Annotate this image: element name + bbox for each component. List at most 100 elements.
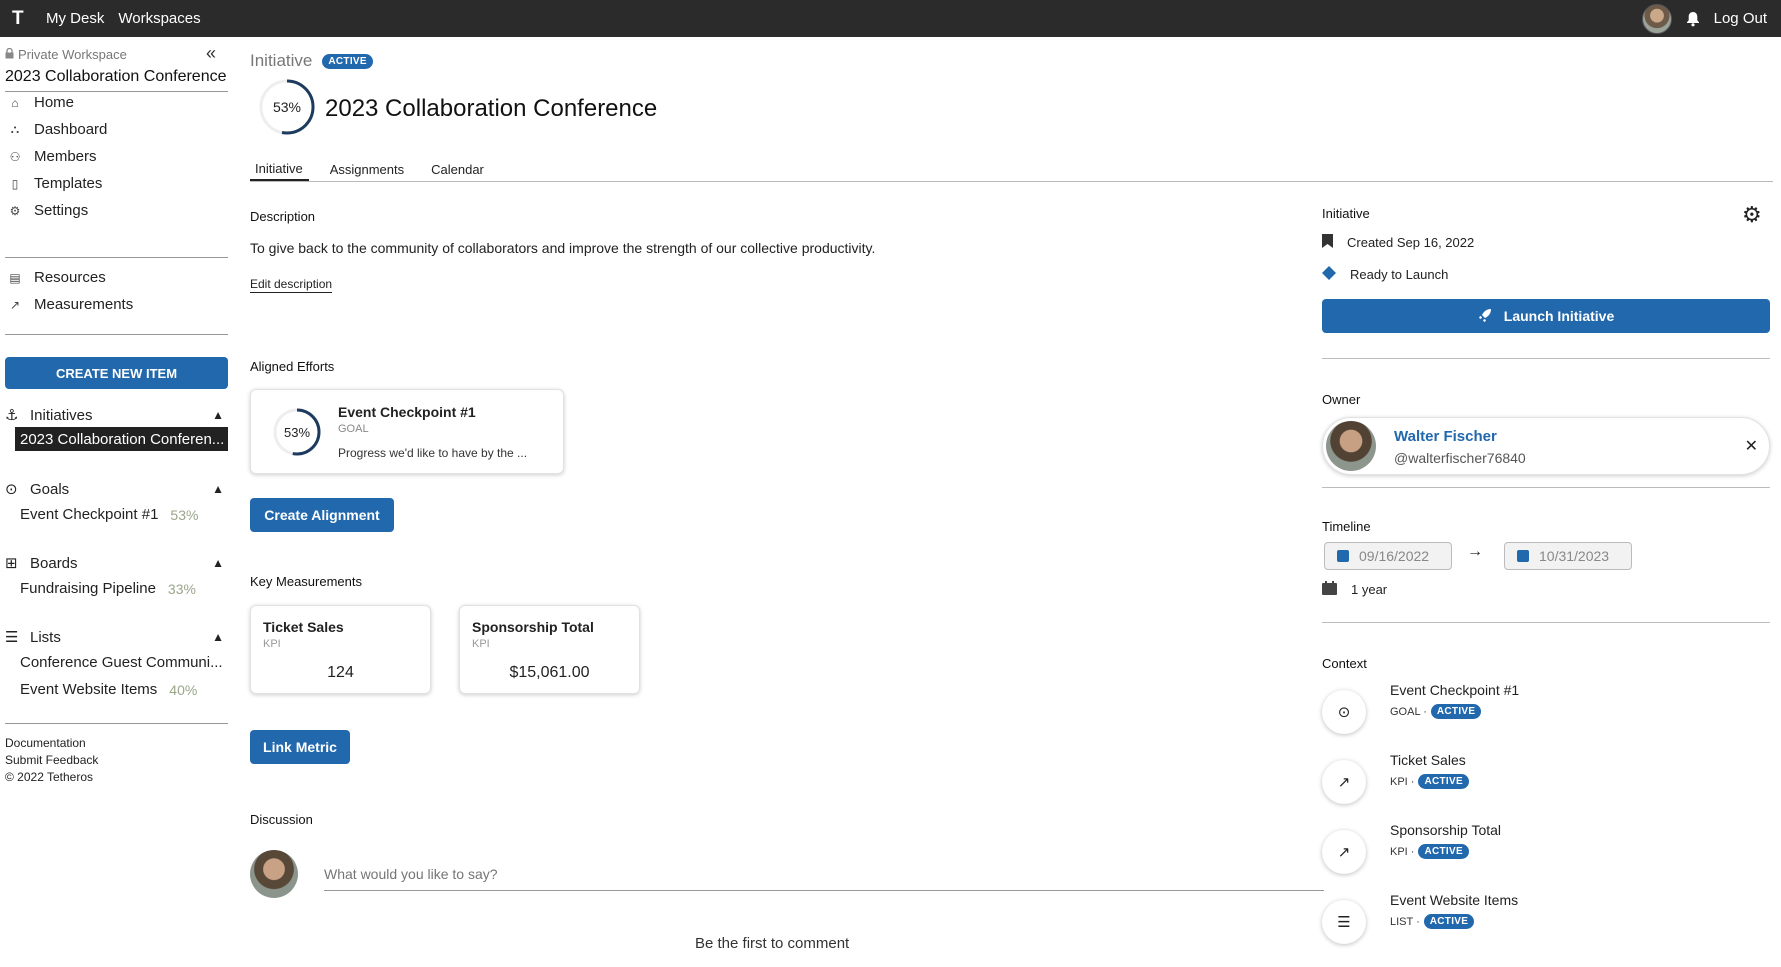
nav-workspaces[interactable]: Workspaces <box>118 10 200 27</box>
sidebar-item-label: Members <box>34 148 97 165</box>
context-item[interactable]: ☰ Event Website Items LIST · ACTIVE <box>1322 892 1770 952</box>
tab-assignments[interactable]: Assignments <box>325 157 410 181</box>
edit-description-link[interactable]: Edit description <box>250 277 333 293</box>
kpi-name: Ticket Sales <box>263 619 344 635</box>
breadcrumb-type: Initiative <box>250 51 313 70</box>
chevron-up-icon[interactable]: ▲ <box>212 408 224 422</box>
logout-link[interactable]: Log Out <box>1714 10 1767 27</box>
lists-header[interactable]: ☰ Lists ▲ <box>5 625 228 649</box>
workspace-title[interactable]: 2023 Collaboration Conference <box>5 68 226 86</box>
board-item[interactable]: Fundraising Pipeline 33% <box>5 575 228 602</box>
goals-header[interactable]: ⊙ Goals ▲ <box>5 477 228 501</box>
list-item[interactable]: Conference Guest Communi... <box>5 649 228 676</box>
measurements-icon: ↗ <box>9 297 21 312</box>
app-logo[interactable]: T <box>12 8 32 30</box>
sidebar-item-label: Home <box>34 94 75 111</box>
tab-initiative[interactable]: Initiative <box>250 157 309 181</box>
progress-percent: 33% <box>167 580 196 597</box>
context-type: GOAL · <box>1390 705 1427 718</box>
divider <box>1322 487 1770 488</box>
divider <box>250 181 1773 182</box>
launch-initiative-button[interactable]: Launch Initiative <box>1322 299 1770 333</box>
kpi-card[interactable]: Sponsorship Total KPI $15,061.00 <box>459 605 640 694</box>
footer-links: Documentation Submit Feedback © 2022 Tet… <box>5 735 98 786</box>
create-new-item-button[interactable]: CREATE NEW ITEM <box>5 357 228 389</box>
collapse-sidebar-icon[interactable]: « <box>206 43 216 64</box>
progress-percent: 40% <box>169 681 198 698</box>
list-item-label: Event Website Items <box>20 681 158 698</box>
breadcrumb: Initiative ACTIVE <box>250 51 373 71</box>
aligned-goal-card[interactable]: 53% Event Checkpoint #1 GOAL Progress we… <box>250 389 564 474</box>
comment-input[interactable] <box>324 857 1324 891</box>
members-icon: ⚇ <box>9 149 21 164</box>
initiative-item[interactable]: 2023 Collaboration Conferen... <box>15 427 228 451</box>
owner-name[interactable]: Walter Fischer <box>1394 428 1497 445</box>
context-type: KPI · <box>1390 845 1415 858</box>
chevron-up-icon[interactable]: ▲ <box>212 630 224 644</box>
goal-item[interactable]: Event Checkpoint #1 53% <box>5 501 228 528</box>
status-badge: ACTIVE <box>1418 844 1469 859</box>
sidebar-item-home[interactable]: ⌂ Home <box>8 89 107 116</box>
lists-section: ☰ Lists ▲ Conference Guest Communi... Even… <box>5 625 228 703</box>
link-metric-button[interactable]: Link Metric <box>250 730 350 764</box>
launch-label: Launch Initiative <box>1503 308 1615 324</box>
templates-icon: ▯ <box>11 176 19 191</box>
sidebar-item-members[interactable]: ⚇ Members <box>8 143 107 170</box>
chevron-up-icon[interactable]: ▲ <box>212 482 224 496</box>
context-item[interactable]: ⊙ Event Checkpoint #1 GOAL · ACTIVE <box>1322 682 1770 742</box>
end-date-field[interactable]: 10/31/2023 <box>1504 542 1632 570</box>
context-item[interactable]: ↗ Sponsorship Total KPI · ACTIVE <box>1322 822 1770 882</box>
arrow-right-icon: → <box>1467 543 1483 560</box>
gear-icon[interactable]: ⚙ <box>1742 202 1762 228</box>
sidebar-item-settings[interactable]: ⚙ Settings <box>8 197 107 224</box>
calendar-icon <box>1517 550 1529 562</box>
progress-ring: 53% <box>257 77 317 137</box>
goal-progress-ring: 53% <box>271 406 323 458</box>
sidebar-item-label: Settings <box>34 202 89 219</box>
boards-header[interactable]: ⊞ Boards ▲ <box>5 551 228 575</box>
create-alignment-button[interactable]: Create Alignment <box>250 498 394 532</box>
rocket-icon <box>1478 308 1492 325</box>
home-icon: ⌂ <box>11 95 19 110</box>
context-name: Event Checkpoint #1 <box>1390 682 1520 698</box>
context-item[interactable]: ↗ Ticket Sales KPI · ACTIVE <box>1322 752 1770 812</box>
sidebar-item-dashboard[interactable]: ⛬ Dashboard <box>8 116 108 143</box>
submit-feedback-link[interactable]: Submit Feedback <box>5 752 98 769</box>
owner-chip[interactable]: Walter Fischer @walterfischer76840 ✕ <box>1322 417 1770 475</box>
lock-icon <box>5 47 14 62</box>
nav-my-desk[interactable]: My Desk <box>46 10 104 27</box>
board-icon: ⊞ <box>5 555 18 572</box>
divider <box>5 723 228 724</box>
timeline-heading: Timeline <box>1322 519 1371 534</box>
close-icon[interactable]: ✕ <box>1745 436 1758 456</box>
list-item[interactable]: Event Website Items 40% <box>5 676 228 703</box>
user-avatar[interactable] <box>1641 3 1672 34</box>
sidebar-item-measurements[interactable]: ↗ Measurements <box>8 291 133 318</box>
sidebar-item-label: Dashboard <box>34 121 108 138</box>
initiatives-header[interactable]: ⚓ Initiatives ▲ <box>5 403 228 427</box>
copyright: © 2022 Tetheros <box>5 770 94 784</box>
status-badge: ACTIVE <box>322 53 373 69</box>
context-name: Ticket Sales <box>1390 752 1466 768</box>
start-date-field[interactable]: 09/16/2022 <box>1324 542 1452 570</box>
bell-icon[interactable] <box>1686 11 1700 27</box>
avatar <box>250 850 298 898</box>
chevron-up-icon[interactable]: ▲ <box>212 556 224 570</box>
documentation-link[interactable]: Documentation <box>5 735 98 752</box>
diamond-icon <box>1322 266 1336 283</box>
context-name: Event Website Items <box>1390 892 1519 908</box>
list-icon: ☰ <box>1322 900 1366 944</box>
kpi-card[interactable]: Ticket Sales KPI 124 <box>250 605 431 694</box>
sidebar-item-resources[interactable]: ▤ Resources <box>8 264 133 291</box>
calendar-icon <box>1322 581 1337 598</box>
kpi-type: KPI <box>472 638 490 650</box>
bookmark-icon <box>1322 234 1333 251</box>
page-title: 2023 Collaboration Conference <box>325 95 658 122</box>
key-measurements-heading: Key Measurements <box>250 574 362 589</box>
progress-percent: 53% <box>170 506 199 523</box>
tab-calendar[interactable]: Calendar <box>426 157 490 181</box>
sidebar-item-templates[interactable]: ▯ Templates <box>8 170 107 197</box>
divider <box>1322 622 1770 623</box>
description-text: To give back to the community of collabo… <box>250 240 876 256</box>
list-item-label: Fundraising Pipeline <box>20 580 156 597</box>
